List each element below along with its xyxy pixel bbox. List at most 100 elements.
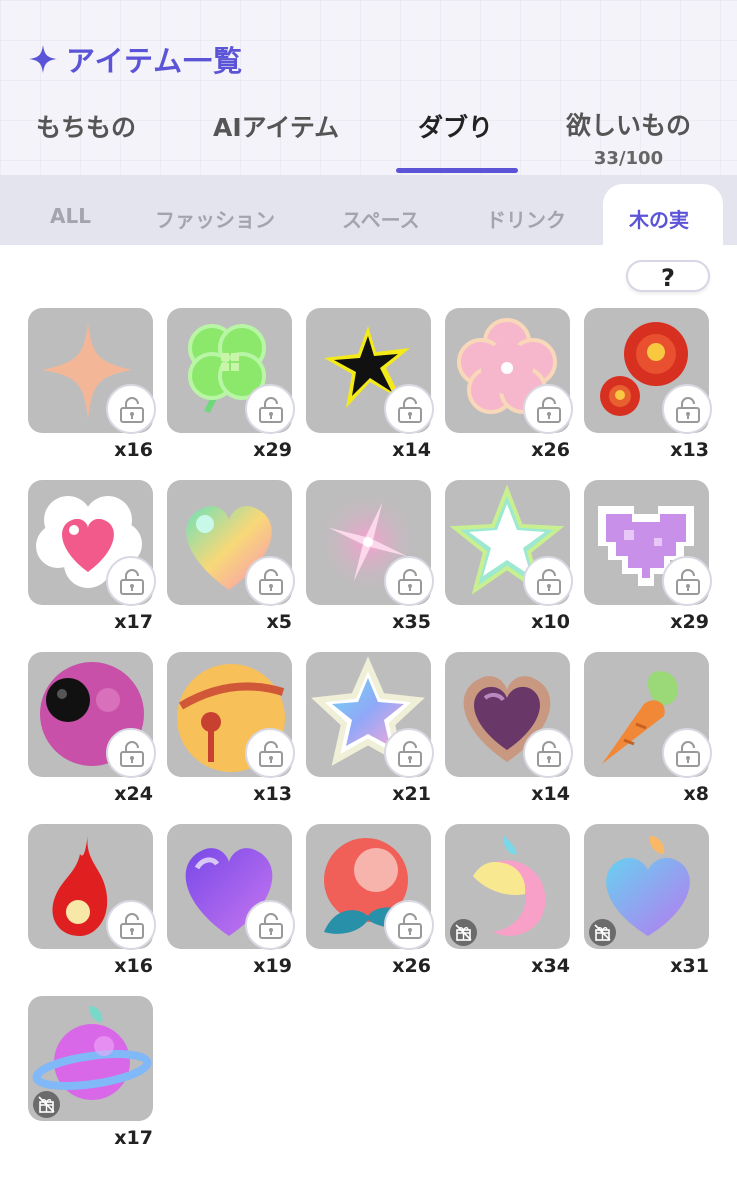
item-tile[interactable]: x13: [584, 308, 712, 461]
lock-icon: [120, 397, 144, 423]
lock-icon: [676, 741, 700, 767]
subtab-space[interactable]: スペース: [342, 204, 420, 233]
lock-button[interactable]: [662, 384, 712, 434]
item-count: x14: [531, 783, 570, 805]
item-count: x24: [114, 783, 153, 805]
item-tile[interactable]: x31: [584, 824, 709, 977]
lock-icon: [398, 569, 422, 595]
tab-label: 欲しいもの: [566, 111, 692, 140]
item-count: x29: [253, 439, 292, 461]
item-tile[interactable]: x14: [445, 652, 573, 805]
lock-button[interactable]: [523, 556, 573, 606]
gift-blocked-icon: [594, 924, 611, 941]
item-tile[interactable]: x35: [306, 480, 434, 633]
lock-button[interactable]: [106, 728, 156, 778]
item-tile[interactable]: x17: [28, 996, 153, 1149]
item-tile[interactable]: x17: [28, 480, 156, 633]
tab-wishlist[interactable]: 欲しいもの 33/100: [566, 106, 691, 169]
lock-button[interactable]: [662, 728, 712, 778]
item-tile[interactable]: x19: [167, 824, 295, 977]
tab-label: ダブり: [418, 113, 494, 142]
item-tile[interactable]: x14: [306, 308, 434, 461]
item-tile[interactable]: x10: [445, 480, 573, 633]
gift-badge: [33, 1091, 60, 1118]
item-tile[interactable]: x26: [306, 824, 434, 977]
item-tile[interactable]: x13: [167, 652, 295, 805]
item-count: x26: [531, 439, 570, 461]
item-count: x26: [392, 955, 431, 977]
subtab-fashion[interactable]: ファッション: [155, 204, 275, 233]
item-count: x13: [253, 783, 292, 805]
lock-icon: [676, 569, 700, 595]
item-tile[interactable]: x26: [445, 308, 573, 461]
item-tile[interactable]: x5: [167, 480, 295, 633]
tab-mochimono[interactable]: もちもの: [36, 108, 136, 144]
gift-badge: [589, 919, 616, 946]
gift-blocked-icon: [38, 1096, 55, 1113]
lock-button[interactable]: [106, 900, 156, 950]
item-tile[interactable]: x21: [306, 652, 434, 805]
lock-button[interactable]: [245, 900, 295, 950]
tab-ai-items[interactable]: AIアイテム: [213, 108, 339, 144]
wishlist-count: 33/100: [593, 148, 664, 169]
item-tile[interactable]: x8: [584, 652, 712, 805]
item-tile[interactable]: x24: [28, 652, 156, 805]
item-count: x8: [683, 783, 709, 805]
lock-icon: [537, 397, 561, 423]
item-tile[interactable]: x34: [445, 824, 570, 977]
lock-icon: [259, 397, 283, 423]
help-button[interactable]: ?: [626, 260, 710, 292]
item-count: x5: [266, 611, 292, 633]
item-tile[interactable]: x16: [28, 824, 156, 977]
lock-button[interactable]: [523, 728, 573, 778]
item-count: x17: [114, 611, 153, 633]
item-count: x16: [114, 439, 153, 461]
lock-button[interactable]: [384, 556, 434, 606]
active-tab-indicator: [396, 168, 518, 173]
lock-button[interactable]: [384, 900, 434, 950]
lock-icon: [537, 569, 561, 595]
item-count: x35: [392, 611, 431, 633]
subtab-all[interactable]: ALL: [50, 204, 91, 228]
item-count: x16: [114, 955, 153, 977]
subtab-drink[interactable]: ドリンク: [486, 204, 566, 233]
title-row: アイテム一覧: [28, 38, 243, 80]
item-count: x14: [392, 439, 431, 461]
item-count: x34: [531, 955, 570, 977]
item-count: x29: [670, 611, 709, 633]
item-count: x21: [392, 783, 431, 805]
item-tile[interactable]: x16: [28, 308, 156, 461]
tab-label: もちもの: [36, 113, 137, 142]
lock-button[interactable]: [245, 556, 295, 606]
lock-button[interactable]: [106, 556, 156, 606]
lock-button[interactable]: [245, 384, 295, 434]
sparkle-icon: [29, 45, 57, 73]
gift-blocked-icon: [455, 924, 472, 941]
lock-icon: [259, 569, 283, 595]
lock-icon: [676, 397, 700, 423]
lock-button[interactable]: [384, 728, 434, 778]
lock-button[interactable]: [662, 556, 712, 606]
item-tile[interactable]: x29: [167, 308, 295, 461]
lock-icon: [398, 913, 422, 939]
lock-icon: [120, 741, 144, 767]
lock-icon: [259, 741, 283, 767]
page-title: アイテム一覧: [66, 44, 244, 78]
lock-button[interactable]: [523, 384, 573, 434]
tab-duplicates[interactable]: ダブり: [418, 108, 493, 144]
lock-icon: [537, 741, 561, 767]
header: アイテム一覧 もちもの AIアイテム ダブり 欲しいもの 33/100: [0, 0, 737, 175]
lock-icon: [259, 913, 283, 939]
gift-badge: [450, 919, 477, 946]
item-count: x13: [670, 439, 709, 461]
item-count: x17: [114, 1127, 153, 1149]
lock-icon: [398, 397, 422, 423]
lock-button[interactable]: [106, 384, 156, 434]
lock-button[interactable]: [384, 384, 434, 434]
tab-label: AIアイテム: [213, 113, 340, 142]
subtab-nuts[interactable]: 木の実: [629, 204, 689, 233]
item-tile[interactable]: x29: [584, 480, 712, 633]
item-count: x10: [531, 611, 570, 633]
item-count: x31: [670, 955, 709, 977]
lock-button[interactable]: [245, 728, 295, 778]
